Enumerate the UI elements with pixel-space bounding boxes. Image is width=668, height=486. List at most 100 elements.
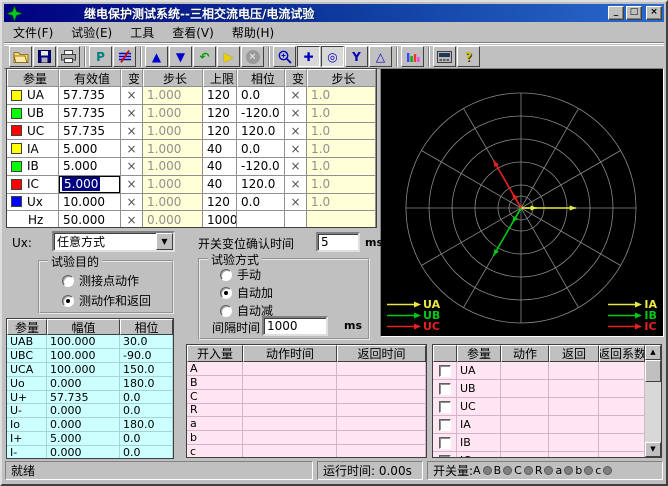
radio-measure-contact[interactable]: 测接点动作 — [62, 272, 139, 289]
vary-toggle[interactable]: × — [285, 158, 307, 176]
step-cell[interactable]: 1.0 — [307, 105, 376, 123]
step-cell[interactable]: 1.000 — [143, 87, 203, 105]
device-panel-button[interactable] — [433, 46, 456, 67]
vertical-scrollbar[interactable]: ▲ ▼ — [645, 345, 661, 457]
step-cell[interactable]: 1.000 — [143, 158, 203, 176]
print-button[interactable] — [57, 46, 80, 67]
vary-toggle[interactable]: × — [121, 176, 143, 194]
scroll-up-icon[interactable]: ▲ — [645, 345, 661, 360]
step-cell[interactable]: 1.0 — [307, 123, 376, 141]
checkbox[interactable] — [439, 437, 451, 449]
step-cell[interactable]: 1.0 — [307, 140, 376, 158]
step-cell[interactable]: 1.0 — [307, 176, 376, 194]
checkbox[interactable] — [439, 419, 451, 431]
checkbox[interactable] — [439, 365, 451, 377]
vary-toggle[interactable]: × — [285, 140, 307, 158]
menu-tools[interactable]: 工具 — [121, 22, 163, 43]
limit-cell[interactable]: 120 — [203, 105, 237, 123]
step-cell[interactable]: 1.0 — [307, 158, 376, 176]
wye-connection-button[interactable]: Y — [345, 46, 368, 67]
limit-cell[interactable]: 40 — [203, 140, 237, 158]
minimize-button[interactable]: _ — [608, 6, 624, 20]
phase-cell[interactable]: 0.0 — [237, 194, 285, 212]
menu-test[interactable]: 试验(E) — [62, 22, 121, 43]
value-cell[interactable]: 10.000 — [59, 194, 121, 212]
menu-view[interactable]: 查看(V) — [163, 22, 223, 43]
confirm-time-input[interactable] — [316, 232, 360, 252]
open-button[interactable] — [9, 46, 32, 67]
help-button[interactable]: ? — [457, 46, 480, 67]
step-down-button[interactable]: ▼ — [169, 46, 192, 67]
limit-cell[interactable]: 40 — [203, 176, 237, 194]
radio-measure-act-return[interactable]: 测动作和返回 — [62, 292, 151, 309]
vary-toggle[interactable]: × — [285, 87, 307, 105]
checkbox[interactable] — [439, 455, 451, 458]
scrollbar-thumb[interactable] — [645, 360, 661, 382]
vary-toggle[interactable]: × — [121, 105, 143, 123]
zoom-in-button[interactable] — [273, 46, 296, 67]
phase-cell[interactable]: 120.0 — [237, 123, 285, 141]
start-button[interactable]: ▶ — [217, 46, 240, 67]
dropdown-arrow-icon[interactable]: ▼ — [156, 233, 173, 250]
save-button[interactable] — [33, 46, 56, 67]
step-cell[interactable]: 1.0 — [307, 87, 376, 105]
phase-cell[interactable]: -120.0 — [237, 105, 285, 123]
step-cell[interactable]: 1.0 — [307, 194, 376, 212]
phase-sequence-button[interactable] — [113, 46, 136, 67]
limit-cell[interactable]: 120 — [203, 194, 237, 212]
limit-cell[interactable]: 120 — [203, 87, 237, 105]
reset-button[interactable]: ↶ — [193, 46, 216, 67]
radio-auto-increase[interactable]: 自动加 — [220, 284, 273, 301]
vary-toggle[interactable]: × — [121, 140, 143, 158]
vary-toggle[interactable] — [285, 211, 307, 228]
polar-grid-button[interactable]: ◎ — [321, 46, 344, 67]
vary-toggle[interactable]: × — [121, 87, 143, 105]
p-marker-button[interactable]: P — [89, 46, 112, 67]
vary-toggle[interactable]: × — [285, 123, 307, 141]
phase-cell[interactable]: 120.0 — [237, 176, 285, 194]
phase-cell[interactable]: 0.0 — [237, 87, 285, 105]
scroll-down-icon[interactable]: ▼ — [645, 442, 661, 457]
limit-cell[interactable]: 1000 — [203, 211, 237, 228]
maximize-button[interactable]: □ — [626, 6, 642, 20]
limit-cell[interactable]: 120 — [203, 123, 237, 141]
step-cell[interactable]: 0.000 — [143, 211, 203, 228]
step-up-button[interactable]: ▲ — [145, 46, 168, 67]
interval-input[interactable] — [262, 316, 328, 336]
step-cell[interactable]: 1.000 — [143, 176, 203, 194]
checkbox[interactable] — [439, 401, 451, 413]
value-cell[interactable]: 50.000 — [59, 211, 121, 228]
phase-cell[interactable] — [237, 211, 285, 228]
value-cell[interactable]: 5.000 — [59, 140, 121, 158]
value-cell[interactable]: 57.735 — [59, 123, 121, 141]
axes-view-button[interactable]: ✚ — [297, 46, 320, 67]
step-cell[interactable]: 1.000 — [143, 194, 203, 212]
value-cell[interactable]: 57.735 — [59, 105, 121, 123]
selected-value[interactable]: 5.000 — [62, 177, 100, 191]
phase-cell[interactable]: 0.0 — [237, 140, 285, 158]
bar-chart-button[interactable] — [401, 46, 424, 67]
checkbox[interactable] — [439, 383, 451, 395]
phase-cell[interactable]: -120.0 — [237, 158, 285, 176]
step-cell[interactable]: 1.000 — [143, 140, 203, 158]
stop-button[interactable]: × — [241, 46, 264, 67]
close-button[interactable]: × — [646, 6, 662, 20]
vary-toggle[interactable]: × — [285, 194, 307, 212]
vary-toggle[interactable]: × — [285, 176, 307, 194]
vary-toggle[interactable]: × — [121, 211, 143, 228]
step-cell[interactable] — [307, 211, 376, 228]
limit-cell[interactable]: 40 — [203, 158, 237, 176]
ux-mode-dropdown[interactable]: 任意方式 ▼ — [52, 231, 175, 252]
step-cell[interactable]: 1.000 — [143, 105, 203, 123]
menu-help[interactable]: 帮助(H) — [223, 22, 283, 43]
step-cell[interactable]: 1.000 — [143, 123, 203, 141]
value-edit-cell[interactable]: 5.000 — [59, 176, 121, 194]
menu-file[interactable]: 文件(F) — [4, 22, 62, 43]
vary-toggle[interactable]: × — [285, 105, 307, 123]
value-cell[interactable]: 57.735 — [59, 87, 121, 105]
delta-connection-button[interactable]: △ — [369, 46, 392, 67]
vary-toggle[interactable]: × — [121, 194, 143, 212]
value-cell[interactable]: 5.000 — [59, 158, 121, 176]
vary-toggle[interactable]: × — [121, 158, 143, 176]
vary-toggle[interactable]: × — [121, 123, 143, 141]
